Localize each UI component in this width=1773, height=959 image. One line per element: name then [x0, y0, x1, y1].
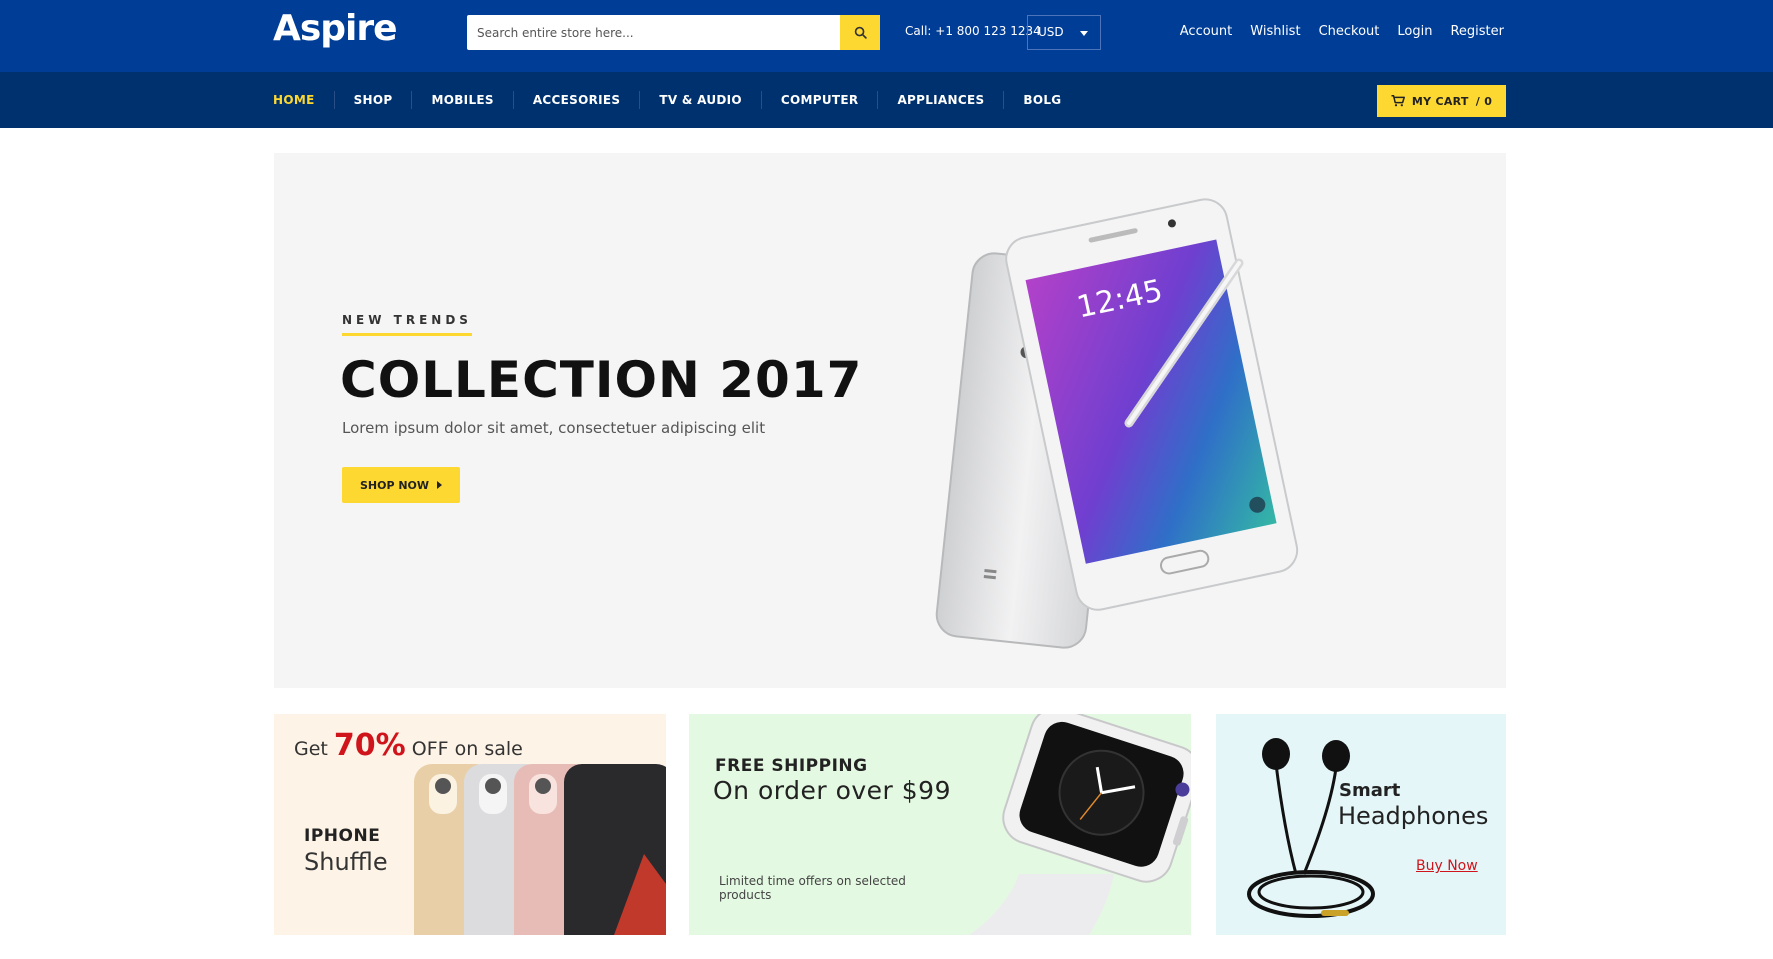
- nav-item-accesories[interactable]: ACCESORIES: [512, 91, 640, 109]
- hero-title: COLLECTION 2017: [340, 351, 863, 409]
- promo-banner-iphone[interactable]: Get 70% OFF on sale IPHONE Shuffle: [274, 714, 666, 935]
- account-link[interactable]: Account: [1180, 24, 1233, 39]
- currency-value: USD: [1038, 25, 1064, 39]
- logo[interactable]: Aspire: [273, 8, 398, 49]
- caret-right-icon: [437, 481, 443, 489]
- cart-count: / 0: [1475, 94, 1493, 108]
- nav-item-bolg[interactable]: BOLG: [1003, 91, 1080, 109]
- search-icon: [854, 26, 867, 39]
- promo-subtitle: Headphones: [1338, 802, 1489, 830]
- cart-label: MY CART: [1411, 94, 1469, 108]
- iphones-image: [414, 764, 666, 935]
- nav-item-shop[interactable]: SHOP: [333, 91, 412, 109]
- currency-select[interactable]: USD: [1027, 15, 1101, 50]
- main-nav: HOME SHOP MOBILES ACCESORIES TV & AUDIO …: [0, 72, 1773, 128]
- promo-banner-shipping[interactable]: FREE SHIPPING On order over $99 Limited …: [689, 714, 1191, 935]
- promo-title: IPHONE: [304, 826, 381, 846]
- hero-subtitle: Lorem ipsum dolor sit amet, consectetuer…: [342, 419, 766, 437]
- shop-now-button[interactable]: SHOP NOW: [342, 467, 460, 503]
- promo-subtitle: On order over $99: [713, 776, 951, 805]
- promo-title: Smart: [1339, 780, 1401, 801]
- nav-item-computer[interactable]: COMPUTER: [760, 91, 878, 109]
- nav-item-mobiles[interactable]: MOBILES: [411, 91, 512, 109]
- hero-eyebrow: NEW TRENDS: [342, 313, 472, 336]
- search-bar: [467, 15, 880, 50]
- search-button[interactable]: [840, 15, 880, 50]
- promo-note: Limited time offers on selected products: [719, 874, 906, 902]
- nav-item-tv-audio[interactable]: TV & AUDIO: [639, 91, 761, 109]
- sale-percent: 70%: [333, 728, 406, 763]
- promo-sale-line: Get 70% OFF on sale: [294, 728, 523, 763]
- login-link[interactable]: Login: [1397, 24, 1432, 39]
- cart-icon: [1391, 95, 1405, 107]
- smartwatch-image: [969, 714, 1191, 935]
- sale-prefix: Get: [294, 738, 328, 760]
- hero-slider: NEW TRENDS COLLECTION 2017 Lorem ipsum d…: [274, 153, 1506, 688]
- top-header: Aspire Call: +1 800 123 1234 USD Account…: [0, 0, 1773, 72]
- sale-suffix: OFF on sale: [411, 738, 523, 760]
- promo-banner-headphones[interactable]: Smart Headphones Buy Now: [1216, 714, 1506, 935]
- nav-item-home[interactable]: HOME: [273, 91, 334, 109]
- shop-now-label: SHOP NOW: [359, 478, 430, 492]
- promo-subtitle: Shuffle: [304, 848, 388, 876]
- my-cart-button[interactable]: MY CART / 0: [1377, 85, 1506, 117]
- buy-now-link[interactable]: Buy Now: [1416, 858, 1478, 874]
- register-link[interactable]: Register: [1450, 24, 1504, 39]
- nav-item-appliances[interactable]: APPLIANCES: [877, 91, 1003, 109]
- chevron-down-icon: [1080, 31, 1088, 36]
- nav-menu: HOME SHOP MOBILES ACCESORIES TV & AUDIO …: [273, 72, 1080, 128]
- promo-title: FREE SHIPPING: [715, 756, 868, 776]
- search-input[interactable]: [467, 15, 840, 50]
- hero-phone-image: 12:45: [935, 198, 1299, 649]
- account-links: Account Wishlist Checkout Login Register: [1180, 24, 1504, 39]
- wishlist-link[interactable]: Wishlist: [1250, 24, 1300, 39]
- checkout-link[interactable]: Checkout: [1319, 24, 1380, 39]
- call-number: Call: +1 800 123 1234: [905, 24, 1041, 38]
